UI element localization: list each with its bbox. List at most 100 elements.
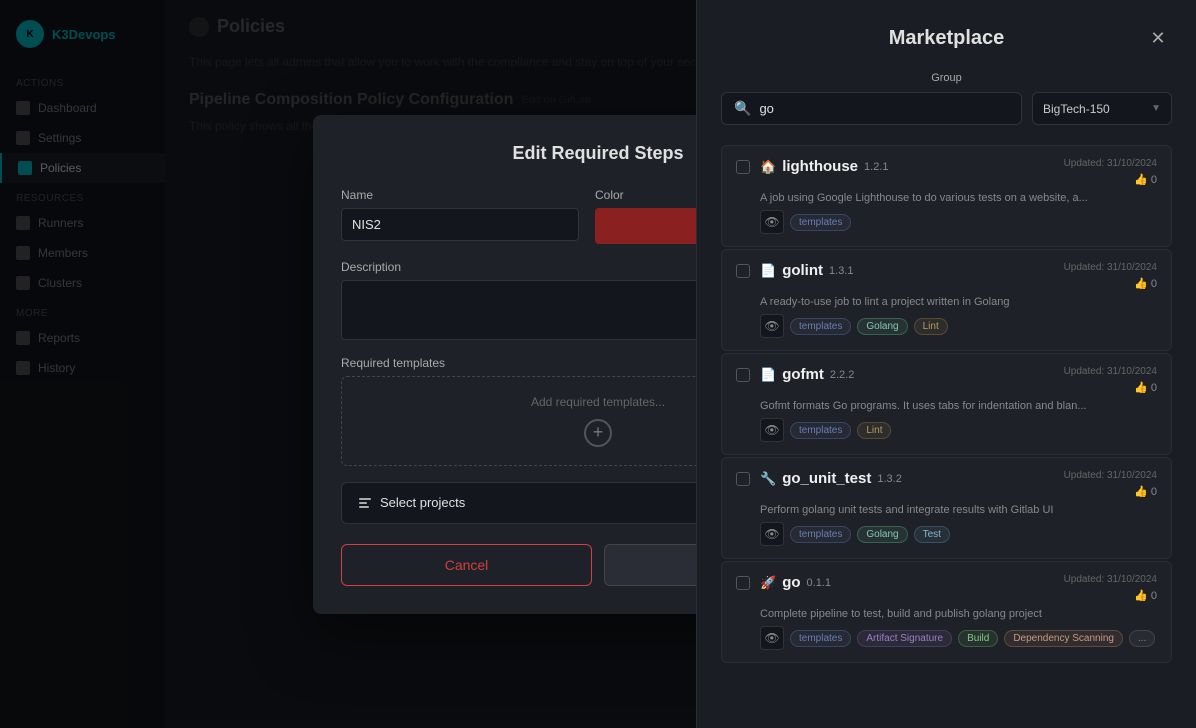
tag-more: ...	[1129, 630, 1155, 647]
cancel-button[interactable]: Cancel	[341, 544, 592, 586]
item-type-icon: 🏠	[760, 159, 776, 175]
item-actions-row: 👁 templatesGolangLint	[736, 314, 1157, 338]
marketplace-item: 🔧 go_unit_test 1.3.2 Updated: 31/10/2024…	[721, 457, 1172, 559]
tag-lint: Lint	[857, 422, 891, 439]
item-checkbox-golint[interactable]	[736, 264, 750, 278]
tag-golang: Golang	[857, 526, 907, 543]
list-icon	[358, 496, 372, 510]
marketplace-item: 🏠 lighthouse 1.2.1 Updated: 31/10/2024 👍…	[721, 145, 1172, 247]
item-main: 🚀 go 0.1.1	[760, 574, 1054, 591]
item-likes: 👍 0	[1134, 173, 1157, 186]
name-input[interactable]	[341, 208, 579, 241]
item-type-icon: 🔧	[760, 471, 776, 487]
marketplace-header: Marketplace ✕	[721, 24, 1172, 52]
preview-button-golint[interactable]: 👁	[760, 314, 784, 338]
search-icon: 🔍	[734, 100, 751, 117]
select-projects-label: Select projects	[380, 495, 465, 510]
item-actions-row: 👁 templates Artifact Signature Build Depend…	[736, 626, 1157, 650]
search-input[interactable]	[759, 93, 1009, 124]
tag-templates: templates	[790, 526, 851, 543]
preview-button-lighthouse[interactable]: 👁	[760, 210, 784, 234]
item-likes: 👍 0	[1134, 589, 1157, 602]
marketplace-item: 🚀 go 0.1.1 Updated: 31/10/2024 👍 0 Compl…	[721, 561, 1172, 663]
marketplace-item: 📄 gofmt 2.2.2 Updated: 31/10/2024 👍 0 Go…	[721, 353, 1172, 455]
item-meta: Updated: 31/10/2024 👍 0	[1064, 470, 1157, 498]
item-actions-row: 👁 templatesLint	[736, 418, 1157, 442]
name-label: Name	[341, 188, 579, 202]
item-updated: Updated: 31/10/2024	[1064, 158, 1157, 169]
item-checkbox-gofmt[interactable]	[736, 368, 750, 382]
item-updated: Updated: 31/10/2024	[1064, 574, 1157, 585]
item-name: go	[782, 574, 800, 591]
item-checkbox-lighthouse[interactable]	[736, 160, 750, 174]
item-desc: A job using Google Lighthouse to do vari…	[736, 192, 1157, 204]
item-title-row: 🏠 lighthouse 1.2.1	[760, 158, 1054, 175]
item-desc: Gofmt formats Go programs. It uses tabs …	[736, 400, 1157, 412]
tag-dependency: Dependency Scanning	[1004, 630, 1123, 647]
item-type-icon: 🚀	[760, 575, 776, 591]
tag-templates: templates	[790, 630, 851, 647]
marketplace-panel: Marketplace ✕ Group 🔍 BigTech-150 ▼ 🏠 li…	[696, 0, 1196, 728]
tag-lint: Lint	[914, 318, 948, 335]
item-meta: Updated: 31/10/2024 👍 0	[1064, 574, 1157, 602]
item-title-row: 🔧 go_unit_test 1.3.2	[760, 470, 1054, 487]
item-checkbox-go_unit_test[interactable]	[736, 472, 750, 486]
tag-build: Build	[958, 630, 998, 647]
thumbs-up-icon: 👍	[1134, 381, 1148, 394]
item-name: lighthouse	[782, 158, 858, 175]
item-name: gofmt	[782, 366, 824, 383]
preview-button-go[interactable]: 👁	[760, 626, 784, 650]
tag-golang: Golang	[857, 318, 907, 335]
item-meta: Updated: 31/10/2024 👍 0	[1064, 366, 1157, 394]
tag-templates: templates	[790, 214, 851, 231]
thumbs-up-icon: 👍	[1134, 173, 1148, 186]
item-updated: Updated: 31/10/2024	[1064, 366, 1157, 377]
thumbs-up-icon: 👍	[1134, 277, 1148, 290]
item-version: 2.2.2	[830, 369, 854, 381]
item-version: 1.3.2	[877, 473, 901, 485]
item-main: 📄 gofmt 2.2.2	[760, 366, 1054, 383]
preview-button-gofmt[interactable]: 👁	[760, 418, 784, 442]
item-likes: 👍 0	[1134, 485, 1157, 498]
name-form-group: Name	[341, 188, 579, 244]
item-main: 📄 golint 1.3.1	[760, 262, 1054, 279]
item-version: 1.2.1	[864, 161, 888, 173]
preview-button-go_unit_test[interactable]: 👁	[760, 522, 784, 546]
marketplace-title: Marketplace	[749, 27, 1144, 50]
item-top-row: 📄 gofmt 2.2.2 Updated: 31/10/2024 👍 0	[736, 366, 1157, 394]
item-likes: 👍 0	[1134, 381, 1157, 394]
item-desc: Perform golang unit tests and integrate …	[736, 504, 1157, 516]
search-row: 🔍 BigTech-150 ▼	[721, 92, 1172, 125]
item-type-icon: 📄	[760, 263, 776, 279]
item-version: 0.1.1	[807, 577, 831, 589]
chevron-down-icon: ▼	[1151, 103, 1161, 114]
item-name: golint	[782, 262, 823, 279]
item-title-row: 📄 golint 1.3.1	[760, 262, 1054, 279]
item-top-row: 🚀 go 0.1.1 Updated: 31/10/2024 👍 0	[736, 574, 1157, 602]
group-select[interactable]: BigTech-150 ▼	[1032, 92, 1172, 125]
item-meta: Updated: 31/10/2024 👍 0	[1064, 262, 1157, 290]
item-top-row: 🏠 lighthouse 1.2.1 Updated: 31/10/2024 👍…	[736, 158, 1157, 186]
group-label: Group	[721, 72, 1172, 84]
item-updated: Updated: 31/10/2024	[1064, 262, 1157, 273]
close-marketplace-button[interactable]: ✕	[1144, 24, 1172, 52]
marketplace-list: 🏠 lighthouse 1.2.1 Updated: 31/10/2024 👍…	[721, 145, 1172, 704]
item-desc: Complete pipeline to test, build and pub…	[736, 608, 1157, 620]
item-main: 🔧 go_unit_test 1.3.2	[760, 470, 1054, 487]
search-box: 🔍	[721, 92, 1022, 125]
item-title-row: 🚀 go 0.1.1	[760, 574, 1054, 591]
item-updated: Updated: 31/10/2024	[1064, 470, 1157, 481]
item-top-row: 📄 golint 1.3.1 Updated: 31/10/2024 👍 0	[736, 262, 1157, 290]
add-template-button[interactable]: +	[584, 419, 612, 447]
item-actions-row: 👁 templates Golang Test	[736, 522, 1157, 546]
item-checkbox-go[interactable]	[736, 576, 750, 590]
group-select-text: BigTech-150	[1043, 102, 1145, 116]
item-desc: A ready-to-use job to lint a project wri…	[736, 296, 1157, 308]
thumbs-up-icon: 👍	[1134, 589, 1148, 602]
tag-artifact: Artifact Signature	[857, 630, 952, 647]
item-meta: Updated: 31/10/2024 👍 0	[1064, 158, 1157, 186]
required-templates-placeholder: Add required templates...	[531, 395, 665, 409]
tag-test: Test	[914, 526, 950, 543]
thumbs-up-icon: 👍	[1134, 485, 1148, 498]
item-name: go_unit_test	[782, 470, 871, 487]
